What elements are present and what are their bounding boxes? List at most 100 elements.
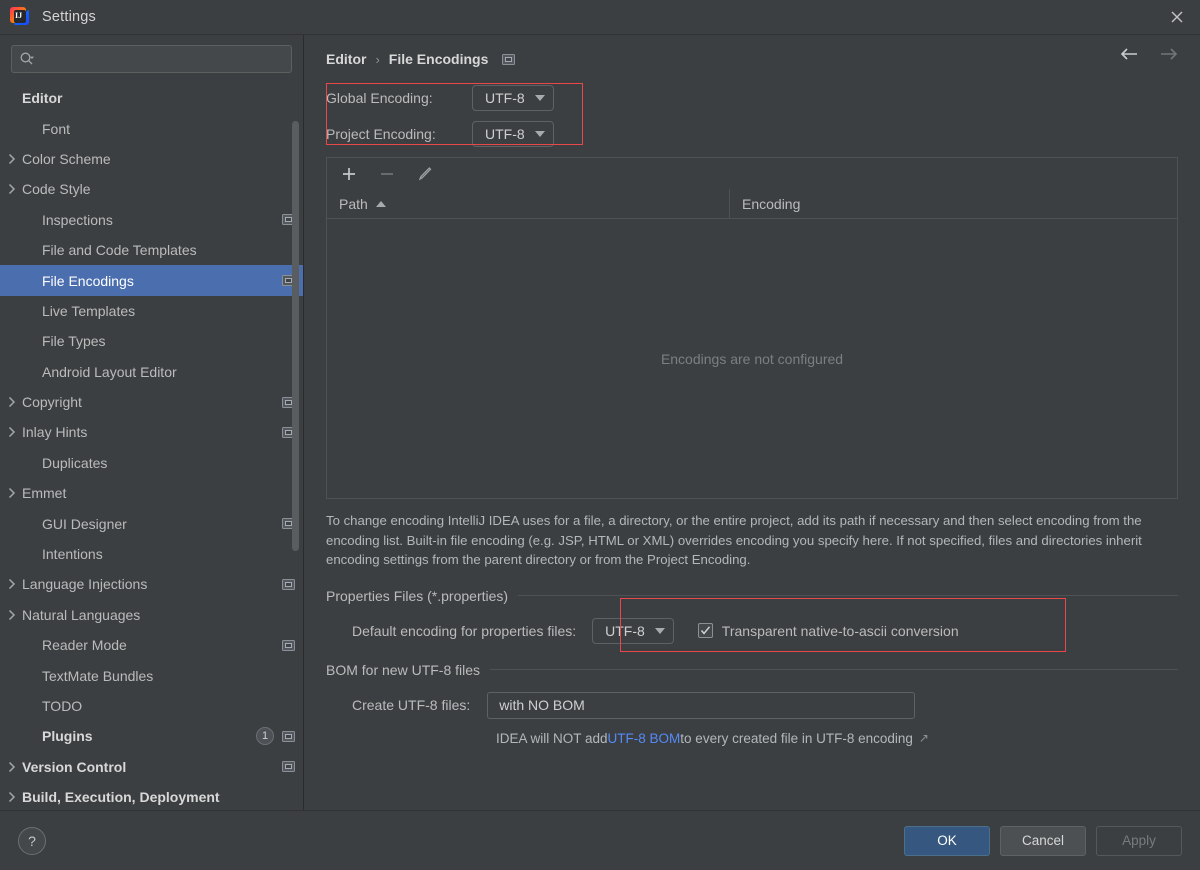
sidebar-item-label: File and Code Templates [42,242,197,259]
chevron-right-icon[interactable] [2,396,22,408]
sidebar-item-label: Plugins [42,728,93,745]
chevron-right-icon[interactable] [2,426,22,438]
utf8-bom-link[interactable]: UTF-8 BOM [608,731,681,746]
sidebar-item-live-templates[interactable]: Live Templates [0,296,303,326]
sidebar-item-label: Live Templates [42,302,136,319]
table-body[interactable]: Encodings are not configured [327,219,1177,498]
sidebar-item-label: Android Layout Editor [42,363,177,380]
global-encoding-value: UTF-8 [485,90,525,106]
sidebar-item-copyright[interactable]: Copyright [0,387,303,417]
sidebar-item-editor[interactable]: Editor [0,83,303,113]
chevron-right-icon[interactable] [2,761,22,773]
sidebar-item-label: GUI Designer [42,515,127,532]
sidebar-item-label: Font [42,120,71,137]
settings-tree[interactable]: Editor Font Color Scheme Code Style Inspecti… [0,81,303,810]
global-encoding-combo[interactable]: UTF-8 [472,85,554,111]
sidebar-item-emmet[interactable]: Emmet [0,478,303,508]
settings-content: Global Encoding: UTF-8 Project Encoding:… [304,75,1200,810]
sidebar-item-duplicates[interactable]: Duplicates [0,448,303,478]
column-header-encoding[interactable]: Encoding [730,189,1177,218]
cancel-button[interactable]: Cancel [1000,825,1086,856]
project-encoding-value: UTF-8 [485,126,525,142]
sidebar-item-color-scheme[interactable]: Color Scheme [0,144,303,174]
sidebar-item-file-types[interactable]: File Types [0,326,303,356]
chevron-right-icon[interactable] [2,791,22,803]
chevron-right-icon[interactable] [2,153,22,165]
column-header-path[interactable]: Path [327,189,730,218]
sidebar-item-label: Copyright [22,394,82,411]
search-box[interactable] [11,45,292,73]
sidebar-item-intentions[interactable]: Intentions [0,539,303,569]
chevron-right-icon[interactable] [2,578,22,590]
encodings-description: To change encoding IntelliJ IDEA uses fo… [326,513,1142,567]
project-encoding-combo[interactable]: UTF-8 [472,121,554,147]
group-divider [518,595,1178,596]
chevron-right-icon[interactable] [2,487,22,499]
settings-rect-icon[interactable] [282,578,295,590]
breadcrumb-current: File Encodings [388,51,489,67]
sidebar-item-label: Intentions [42,546,103,563]
help-button[interactable]: ? [18,826,46,855]
settings-rect-icon[interactable] [282,639,295,651]
close-icon[interactable] [1154,0,1200,34]
search-input[interactable] [35,51,284,67]
bom-create-combo[interactable]: with NO BOM [487,691,916,719]
breadcrumb-root[interactable]: Editor [326,51,366,67]
native-to-ascii-label[interactable]: Transparent native-to-ascii conversion [722,623,959,639]
sidebar-item-font[interactable]: Font [0,113,303,143]
settings-sidebar: Editor Font Color Scheme Code Style Inspecti… [0,35,304,810]
sidebar-item-code-style[interactable]: Code Style [0,174,303,204]
sidebar-item-label: Editor [22,90,63,107]
sidebar-item-todo[interactable]: TODO [0,691,303,721]
sidebar-item-inlay-hints[interactable]: Inlay Hints [0,417,303,447]
encodings-table: Path Encoding Encodings are not configur… [326,189,1178,499]
column-header-path-label: Path [339,195,368,212]
encodings-table-toolbar [326,157,1178,189]
bom-create-row: Create UTF-8 files: with NO BOM [326,691,1178,719]
minus-icon[interactable] [377,164,397,184]
properties-files-title: Properties Files (*.properties) [326,587,509,604]
sidebar-item-android-layout-editor[interactable]: Android Layout Editor [0,357,303,387]
chevron-right-icon[interactable] [2,183,22,195]
sidebar-item-plugins[interactable]: Plugins 1 [0,721,303,751]
sidebar-scrollbar[interactable] [292,121,299,551]
arrow-left-icon[interactable] [1118,43,1140,65]
window-title: Settings [42,9,96,25]
settings-rect-icon[interactable] [282,761,295,773]
apply-button[interactable]: Apply [1096,825,1182,856]
sidebar-item-reader-mode[interactable]: Reader Mode [0,630,303,660]
arrow-right-icon[interactable] [1158,43,1180,65]
chevron-down-icon [654,627,665,634]
sidebar-item-gui-designer[interactable]: GUI Designer [0,508,303,538]
sidebar-item-label: Inspections [42,211,113,228]
search-icon [19,51,35,67]
chevron-right-icon[interactable] [2,609,22,621]
sidebar-item-label: File Types [42,333,106,350]
sidebar-item-label: TextMate Bundles [42,667,154,684]
sidebar-item-natural-languages[interactable]: Natural Languages [0,600,303,630]
sidebar-item-build-execution-deployment[interactable]: Build, Execution, Deployment [0,782,303,810]
plus-icon[interactable] [339,164,359,184]
sidebar-item-label: Language Injections [22,576,148,593]
settings-rect-icon[interactable] [282,730,295,742]
sidebar-item-inspections[interactable]: Inspections [0,205,303,235]
table-header-row: Path Encoding [327,189,1177,219]
external-link-arrow-icon[interactable]: ↗ [919,731,929,745]
settings-rect-icon[interactable] [502,53,516,65]
sidebar-item-file-encodings[interactable]: File Encodings [0,265,303,296]
pencil-icon[interactable] [415,164,435,184]
properties-encoding-row: Default encoding for properties files: U… [326,597,1178,652]
properties-files-title-row: Properties Files (*.properties) [326,588,1178,604]
sidebar-item-label: Inlay Hints [22,424,88,441]
sidebar-item-textmate-bundles[interactable]: TextMate Bundles [0,660,303,690]
properties-encoding-combo[interactable]: UTF-8 [592,617,674,644]
sidebar-item-file-and-code-templates[interactable]: File and Code Templates [0,235,303,265]
sidebar-item-label: Code Style [22,181,91,198]
sidebar-item-version-control[interactable]: Version Control [0,752,303,782]
sort-ascending-icon [375,200,386,207]
native-to-ascii-checkbox[interactable] [697,623,713,638]
ok-button[interactable]: OK [904,825,990,856]
sidebar-item-label: Emmet [22,485,67,502]
settings-dialog: IJ Settings Editor Font Color Scheme Cod… [0,0,1200,870]
sidebar-item-language-injections[interactable]: Language Injections [0,569,303,599]
